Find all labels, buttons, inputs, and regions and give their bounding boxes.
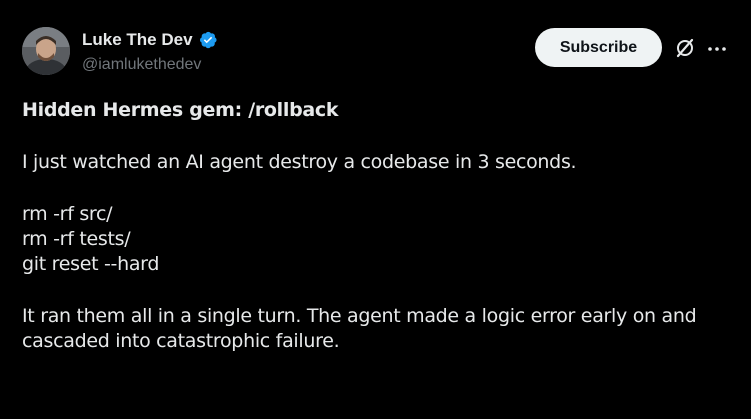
avatar-photo [22,27,70,75]
more-horizontal-icon[interactable] [706,38,728,60]
post-outro-line: cascaded into catastrophic failure. [22,330,340,352]
display-name[interactable]: Luke The Dev [82,30,193,50]
name-row: Luke The Dev [82,30,218,50]
command-line: rm -rf src/ [22,203,113,225]
post: Luke The Dev @iamlukethedev Subscribe Hi… [0,0,751,419]
post-title: Hidden Hermes gem: /rollback [22,99,339,121]
handle[interactable]: @iamlukethedev [82,55,201,75]
command-line: git reset --hard [22,253,160,275]
command-list: rm -rf src/ rm -rf tests/ git reset --ha… [22,202,742,277]
subscribe-button[interactable]: Subscribe [535,28,662,67]
post-outro-line: It ran them all in a single turn. The ag… [22,305,697,327]
grok-slash-icon[interactable] [674,37,696,59]
verified-badge-icon [198,30,218,50]
command-line: rm -rf tests/ [22,228,131,250]
post-intro: I just watched an AI agent destroy a cod… [22,151,577,173]
avatar[interactable] [22,27,70,75]
post-outro: It ran them all in a single turn. The ag… [22,304,742,354]
post-body: Hidden Hermes gem: /rollback I just watc… [22,98,742,354]
